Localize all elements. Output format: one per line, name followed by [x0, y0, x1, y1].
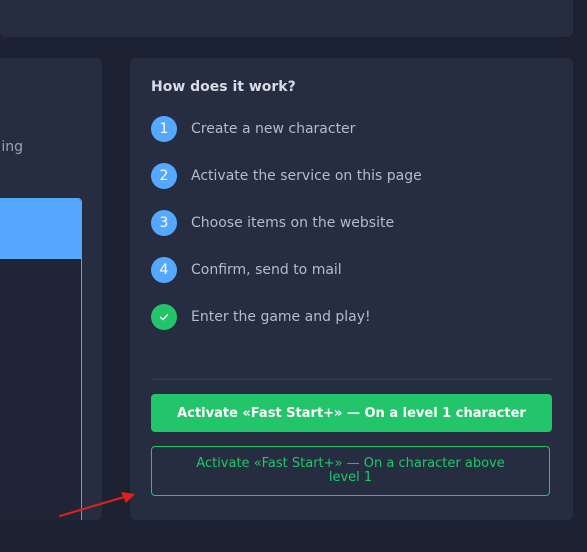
left-panel: ing — [0, 58, 102, 520]
step-number-badge: 2 — [151, 163, 177, 189]
left-panel-card-header — [0, 199, 81, 259]
step-number-badge: 1 — [151, 116, 177, 142]
top-panel — [0, 0, 573, 37]
step-item-3: 3 Choose items on the website — [151, 210, 394, 236]
step-number-badge: 3 — [151, 210, 177, 236]
step-label: Choose items on the website — [191, 215, 395, 231]
step-item-5: Enter the game and play! — [151, 304, 371, 330]
step-label: Confirm, send to mail — [191, 262, 342, 278]
step-item-4: 4 Confirm, send to mail — [151, 257, 342, 283]
red-arrow-icon — [59, 492, 135, 517]
activate-above-level1-button[interactable]: Activate «Fast Start+» — On a character … — [151, 446, 550, 496]
check-icon — [151, 304, 177, 330]
step-label: Activate the service on this page — [191, 168, 422, 184]
step-number-badge: 4 — [151, 257, 177, 283]
step-label: Enter the game and play! — [191, 309, 371, 325]
left-panel-text: ing — [1, 139, 23, 155]
step-label: Create a new character — [191, 121, 356, 137]
panel-title: How does it work? — [151, 79, 296, 95]
step-item-2: 2 Activate the service on this page — [151, 163, 422, 189]
step-item-1: 1 Create a new character — [151, 116, 355, 142]
divider — [151, 379, 552, 380]
left-panel-card[interactable] — [0, 198, 82, 520]
activate-level1-button[interactable]: Activate «Fast Start+» — On a level 1 ch… — [151, 394, 552, 432]
how-it-works-panel: How does it work? 1 Create a new charact… — [130, 58, 573, 520]
